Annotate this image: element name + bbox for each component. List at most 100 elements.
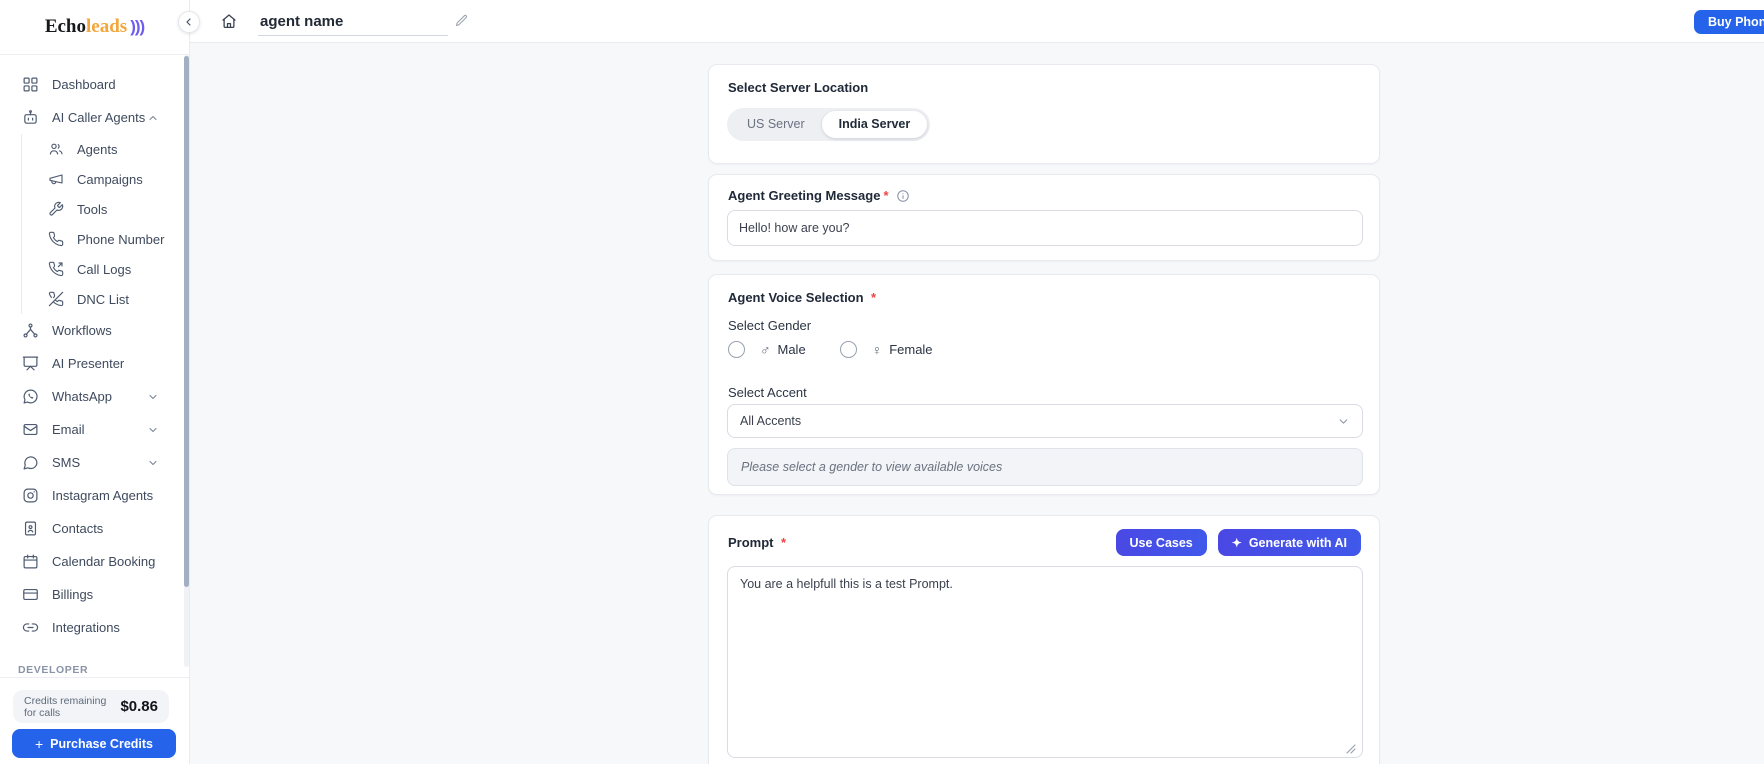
info-icon[interactable] — [896, 189, 910, 203]
phone-log-icon — [48, 261, 64, 277]
sidebar-footer: Credits remaining for calls $0.86 + Purc… — [0, 677, 189, 764]
contact-card-icon — [22, 520, 39, 537]
sidebar-item-call-logs[interactable]: Call Logs — [22, 254, 183, 284]
generate-with-ai-button[interactable]: ✦ Generate with AI — [1217, 529, 1361, 556]
prompt-label: Prompt — [728, 535, 774, 550]
main-content: Select Server Location US Server India S… — [190, 43, 1764, 764]
link-icon — [22, 619, 39, 636]
prompt-textarea[interactable]: You are a helpfull this is a test Prompt… — [727, 566, 1363, 758]
dashboard-icon — [22, 76, 39, 93]
required-asterisk: * — [883, 188, 889, 203]
select-gender-label: Select Gender — [728, 318, 812, 333]
gender-radio-group: ♂ Male ♀ Female — [728, 341, 933, 358]
users-icon — [48, 141, 64, 157]
sidebar-item-agents[interactable]: Agents — [22, 134, 183, 164]
sidebar-item-integrations[interactable]: Integrations — [0, 611, 183, 644]
chevron-down-icon — [147, 457, 159, 469]
female-radio[interactable] — [839, 341, 857, 358]
credits-remaining-box: Credits remaining for calls $0.86 — [13, 690, 169, 723]
topbar: Buy Phone N — [190, 0, 1764, 43]
server-location-toggle: US Server India Server — [727, 108, 931, 141]
sidebar-item-tools[interactable]: Tools — [22, 194, 183, 224]
voices-placeholder-box: Please select a gender to view available… — [727, 448, 1363, 486]
sidebar-nav: Dashboard AI Caller Agents Agents Campai… — [0, 55, 183, 677]
brand-name-secondary: leads — [86, 16, 128, 37]
brand-name-primary: Echo — [44, 16, 86, 37]
credit-card-icon — [22, 586, 39, 603]
sidebar-item-instagram-agents[interactable]: Instagram Agents — [0, 479, 183, 512]
male-label: Male — [777, 342, 806, 357]
chevron-down-icon — [147, 391, 159, 403]
home-icon[interactable] — [220, 12, 238, 30]
edit-pencil-icon[interactable] — [454, 13, 469, 28]
prompt-card: Prompt * Use Cases ✦ Generate with AI Yo… — [708, 515, 1380, 764]
presentation-icon — [22, 355, 39, 372]
greeting-label: Agent Greeting Message — [728, 188, 881, 203]
voice-selection-label: Agent Voice Selection — [728, 290, 864, 305]
sound-waves-icon: ))) — [130, 17, 145, 36]
female-symbol-icon: ♀ — [871, 341, 883, 358]
wrench-icon — [48, 201, 64, 217]
sidebar-item-sms[interactable]: SMS — [0, 446, 183, 479]
sidebar-scrollbar-thumb[interactable] — [184, 56, 189, 587]
sidebar-collapse-button[interactable] — [178, 11, 200, 33]
purchase-credits-label: Purchase Credits — [50, 736, 153, 751]
chevron-down-icon — [147, 424, 159, 436]
sidebar-item-dashboard[interactable]: Dashboard — [0, 68, 183, 101]
chevron-up-icon — [147, 112, 159, 124]
greeting-message-input[interactable] — [727, 210, 1363, 246]
sidebar-item-ai-presenter[interactable]: AI Presenter — [0, 347, 183, 380]
megaphone-icon — [48, 171, 64, 187]
chat-bubble-icon — [22, 454, 39, 471]
agent-config-form: Select Server Location US Server India S… — [708, 43, 1380, 764]
male-symbol-icon: ♂ — [760, 341, 771, 358]
credits-amount: $0.86 — [120, 698, 158, 715]
agent-name-input[interactable] — [258, 8, 448, 36]
calendar-icon — [22, 553, 39, 570]
voices-placeholder-text: Please select a gender to view available… — [741, 460, 1003, 474]
chevron-left-icon — [186, 18, 191, 26]
whatsapp-icon — [22, 388, 39, 405]
generate-with-ai-label: Generate with AI — [1248, 535, 1347, 550]
server-location-label: Select Server Location — [728, 80, 869, 95]
resize-handle-icon[interactable] — [1346, 744, 1356, 754]
sidebar-item-billings[interactable]: Billings — [0, 578, 183, 611]
greeting-message-card: Agent Greeting Message * — [708, 174, 1380, 261]
sidebar-item-contacts[interactable]: Contacts — [0, 512, 183, 545]
instagram-icon — [22, 487, 39, 504]
sparkle-icon: ✦ — [1231, 535, 1242, 550]
sidebar-item-ai-caller-agents[interactable]: AI Caller Agents — [0, 101, 183, 134]
phone-icon — [48, 231, 64, 247]
sidebar-item-campaigns[interactable]: Campaigns — [22, 164, 183, 194]
chevron-down-icon — [1337, 415, 1350, 428]
developer-section-label: DEVELOPER — [18, 664, 89, 676]
credits-label: Credits remaining for calls — [24, 694, 107, 719]
workflow-icon — [22, 322, 39, 339]
required-asterisk: * — [871, 290, 877, 305]
sidebar-item-whatsapp[interactable]: WhatsApp — [0, 380, 183, 413]
sidebar-item-email[interactable]: Email — [0, 413, 183, 446]
purchase-credits-button[interactable]: + Purchase Credits — [12, 729, 176, 758]
server-location-card: Select Server Location US Server India S… — [708, 64, 1380, 164]
ai-caller-agents-submenu: Agents Campaigns Tools Phone Number Call… — [21, 134, 183, 314]
buy-phone-button[interactable]: Buy Phone N — [1694, 10, 1764, 34]
plus-icon: + — [34, 735, 44, 752]
use-cases-button[interactable]: Use Cases — [1115, 529, 1207, 556]
sidebar-item-calendar-booking[interactable]: Calendar Booking — [0, 545, 183, 578]
brand-logo[interactable]: Echo leads ))) — [0, 0, 189, 55]
us-server-option[interactable]: US Server — [730, 111, 822, 138]
robot-icon — [22, 109, 39, 126]
required-asterisk: * — [780, 535, 787, 550]
select-accent-label: Select Accent — [728, 385, 807, 400]
india-server-option[interactable]: India Server — [821, 111, 928, 138]
sidebar-item-dnc-list[interactable]: DNC List — [22, 284, 183, 314]
accent-selected-value: All Accents — [740, 414, 802, 428]
mail-icon — [22, 421, 39, 438]
male-radio[interactable] — [728, 341, 745, 358]
accent-select[interactable]: All Accents — [727, 404, 1363, 438]
phone-off-icon — [48, 291, 64, 307]
sidebar-item-phone-number[interactable]: Phone Number — [22, 224, 183, 254]
female-label: Female — [889, 342, 933, 357]
sidebar-item-workflows[interactable]: Workflows — [0, 314, 183, 347]
sidebar: Echo leads ))) Dashboard AI Caller Agents — [0, 0, 190, 764]
